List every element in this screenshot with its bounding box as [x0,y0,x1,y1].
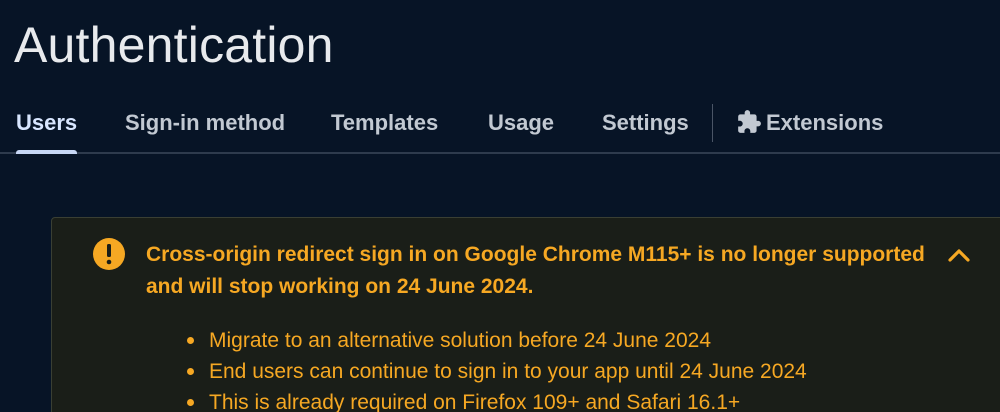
list-item: Migrate to an alternative solution befor… [187,325,807,356]
list-item: This is already required on Firefox 109+… [187,387,807,412]
tab-usage-label: Usage [488,110,555,135]
chevron-up-icon [948,249,970,262]
bullet-text: This is already required on Firefox 109+… [209,391,741,412]
tab-users-label: Users [16,110,78,135]
tab-sign-in-method[interactable]: Sign-in method [125,92,285,152]
tab-users[interactable]: Users [16,92,78,154]
tab-extensions-label: Extensions [766,110,884,135]
tab-templates-label: Templates [331,110,439,135]
bullet-text: Migrate to an alternative solution befor… [209,329,712,352]
bullet-text: End users can continue to sign in to you… [209,360,807,383]
bullet-dot [187,368,194,375]
bullet-dot [187,337,194,344]
active-tab-indicator [16,150,78,154]
puzzle-piece-icon [738,110,761,133]
banner-message: Cross-origin redirect sign in on Google … [146,243,925,298]
page-title: Authentication [14,17,334,73]
list-item: End users can continue to sign in to you… [187,356,807,387]
banner-bullet-list: Migrate to an alternative solution befor… [187,325,807,412]
authentication-page: Authentication Users Sign-in method Temp… [0,0,1000,412]
warning-banner: Cross-origin redirect sign in on Google … [51,217,1000,412]
warning-circle-icon [93,238,125,270]
tab-sign-in-method-label: Sign-in method [125,110,286,135]
tab-templates[interactable]: Templates [331,92,438,152]
tab-settings-label: Settings [602,110,689,135]
tab-divider [712,104,713,142]
tab-extensions[interactable]: Extensions [736,92,883,152]
tab-bar: Users Sign-in method Templates Usage Set… [0,92,1000,154]
tab-usage[interactable]: Usage [488,92,554,152]
tab-settings[interactable]: Settings [602,92,689,152]
collapse-banner-button[interactable] [945,244,973,266]
bullet-dot [187,399,194,406]
